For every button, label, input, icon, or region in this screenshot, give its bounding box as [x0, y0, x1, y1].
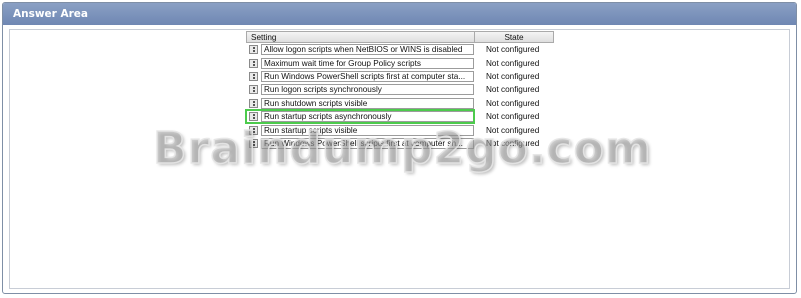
- settings-grid: Setting State Allow logon scripts when N…: [245, 31, 554, 150]
- state-cell: Not configured: [486, 45, 540, 55]
- setting-row[interactable]: Run Windows PowerShell scripts first at …: [246, 137, 554, 150]
- state-cell: Not configured: [486, 112, 540, 122]
- setting-label[interactable]: Maximum wait time for Group Policy scrip…: [261, 57, 474, 69]
- setting-cell[interactable]: Run Windows PowerShell scripts first at …: [246, 137, 474, 150]
- setting-row-selected[interactable]: Run startup scripts asynchronously Not c…: [245, 108, 554, 125]
- column-header-state[interactable]: State: [475, 32, 553, 42]
- panel-title: Answer Area: [3, 3, 796, 25]
- state-cell: Not configured: [486, 58, 540, 68]
- setting-cell[interactable]: Maximum wait time for Group Policy scrip…: [246, 56, 474, 69]
- setting-row[interactable]: Run shutdown scripts visible Not configu…: [246, 97, 554, 110]
- setting-label[interactable]: Run startup scripts visible: [261, 124, 474, 136]
- setting-label[interactable]: Run Windows PowerShell scripts first at …: [261, 137, 474, 149]
- setting-label[interactable]: Run shutdown scripts visible: [261, 97, 474, 109]
- setting-cell[interactable]: Allow logon scripts when NetBIOS or WINS…: [246, 43, 474, 56]
- column-header-setting[interactable]: Setting: [247, 32, 475, 42]
- policy-setting-icon: [249, 45, 258, 55]
- setting-cell[interactable]: Run logon scripts synchronously: [246, 83, 474, 96]
- setting-label[interactable]: Run startup scripts asynchronously: [261, 111, 474, 123]
- grid-header: Setting State: [246, 31, 554, 43]
- setting-row[interactable]: Run Windows PowerShell scripts first at …: [246, 70, 554, 83]
- setting-label[interactable]: Run Windows PowerShell scripts first at …: [261, 70, 474, 82]
- answer-area-panel: Answer Area Setting State Allow logon sc…: [2, 2, 797, 294]
- setting-row[interactable]: Run startup scripts visible Not configur…: [246, 123, 554, 136]
- policy-setting-icon: [249, 85, 258, 95]
- policy-setting-icon: [249, 98, 258, 108]
- setting-cell[interactable]: Run startup scripts visible: [246, 123, 474, 136]
- policy-setting-icon: [249, 125, 258, 135]
- policy-setting-icon: [249, 112, 258, 122]
- policy-setting-icon: [249, 138, 258, 148]
- policy-setting-icon: [249, 71, 258, 81]
- state-cell: Not configured: [486, 125, 540, 135]
- setting-label[interactable]: Allow logon scripts when NetBIOS or WINS…: [261, 44, 474, 56]
- state-cell: Not configured: [486, 138, 540, 148]
- setting-row[interactable]: Run logon scripts synchronously Not conf…: [246, 83, 554, 96]
- setting-label[interactable]: Run logon scripts synchronously: [261, 84, 474, 96]
- state-cell: Not configured: [486, 71, 540, 81]
- state-cell: Not configured: [486, 98, 540, 108]
- setting-cell[interactable]: Run shutdown scripts visible: [246, 97, 474, 110]
- setting-cell[interactable]: Run startup scripts asynchronously: [245, 108, 475, 125]
- policy-setting-icon: [249, 58, 258, 68]
- setting-row[interactable]: Allow logon scripts when NetBIOS or WINS…: [246, 43, 554, 56]
- setting-cell[interactable]: Run Windows PowerShell scripts first at …: [246, 70, 474, 83]
- state-cell: Not configured: [486, 85, 540, 95]
- setting-row[interactable]: Maximum wait time for Group Policy scrip…: [246, 56, 554, 69]
